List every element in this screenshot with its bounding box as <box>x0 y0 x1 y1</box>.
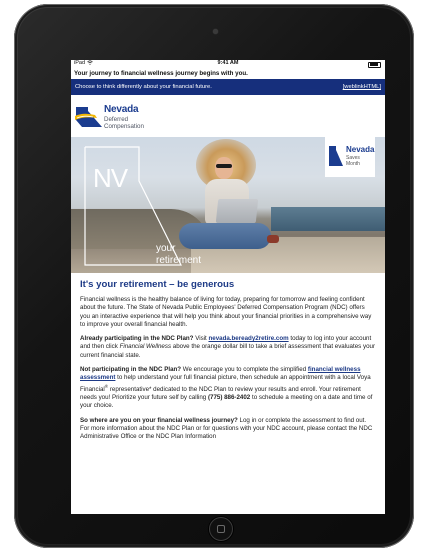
hero-caption-line1: your <box>156 243 176 254</box>
badge-state-icon <box>329 146 343 166</box>
device-screen: iPad 9:41 AM Your journey to financial w… <box>71 60 385 514</box>
ndc-logo[interactable]: Nevada Deferred Compensation <box>71 95 385 137</box>
participating-text-a: Visit <box>193 335 209 343</box>
paragraph-participating: Already participating in the NDC Plan? V… <box>80 335 376 360</box>
hero-laptop <box>215 199 259 223</box>
paragraph-intro: Financial wellness is the healthy balanc… <box>80 296 372 328</box>
badge-name: Nevada <box>346 145 375 154</box>
not-participating-lead: Not participating in the NDC Plan? <box>80 366 182 374</box>
journey-lead: So where are you on your financial welln… <box>80 416 238 424</box>
preheader-bar: Choose to think differently about your f… <box>71 79 385 95</box>
home-button[interactable] <box>209 517 233 541</box>
hero-sunglasses <box>216 164 232 168</box>
home-button-icon <box>217 525 225 533</box>
view-in-browser-link[interactable]: [weblinkHTML] <box>343 79 381 95</box>
article-heading: It's your retirement – be generous <box>80 279 235 290</box>
hero-caption-line2: retirement <box>156 255 202 266</box>
phone-number: (775) 886-2402 <box>207 394 251 402</box>
logo-subtitle-2: Compensation <box>104 123 144 130</box>
email-subject: Your journey to financial wellness journ… <box>71 68 385 79</box>
hero-person-face <box>215 157 233 179</box>
ipad-device-frame: iPad 9:41 AM Your journey to financial w… <box>14 4 414 548</box>
hero-person-legs <box>179 223 271 249</box>
logo-subtitle-1: Deferred <box>104 116 129 123</box>
logo-brand: Nevada <box>104 104 139 115</box>
badge-line2: Month <box>346 161 360 167</box>
email-body: It's your retirement – be generous Finan… <box>71 273 385 442</box>
nevada-state-logo-icon <box>75 107 102 127</box>
hero-banner: NV your retirement Nevada Saves Month <box>71 137 385 273</box>
paragraph-journey: So where are you on your financial welln… <box>80 417 376 442</box>
financial-wellness-label: Financial Wellness <box>119 343 172 351</box>
paragraph-not-participating: Not participating in the NDC Plan? We en… <box>80 366 376 411</box>
status-time: 9:41 AM <box>217 60 239 66</box>
battery-icon <box>368 61 381 68</box>
status-bar: iPad 9:41 AM <box>71 60 385 68</box>
beready2retire-link[interactable]: nevada.beready2retire.com <box>208 335 288 342</box>
nevada-saves-badge: Nevada Saves Month <box>325 137 375 177</box>
hero-shoe <box>267 235 279 243</box>
not-participating-text-a: We encourage you to complete the simplif… <box>181 366 308 374</box>
participating-lead: Already participating in the NDC Plan? <box>80 335 194 343</box>
front-camera <box>213 29 218 34</box>
hero-monogram: NV <box>93 163 128 193</box>
preheader-text: Choose to think differently about your f… <box>75 84 212 90</box>
hero-sea <box>271 207 385 231</box>
